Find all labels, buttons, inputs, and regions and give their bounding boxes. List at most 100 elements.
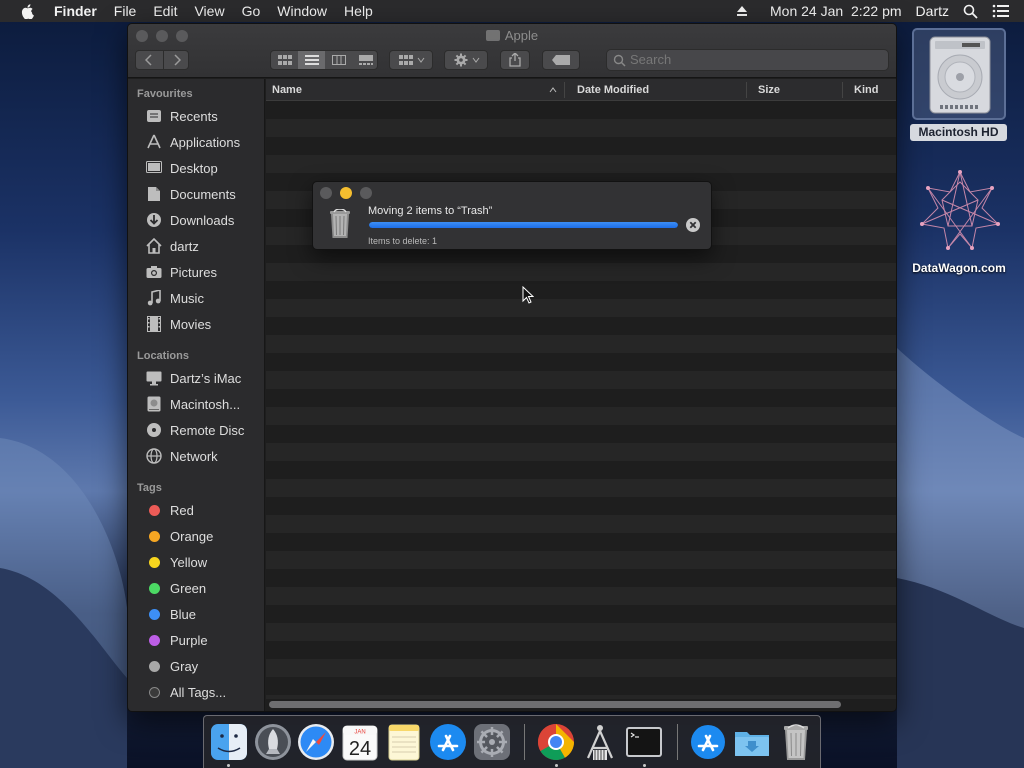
downloads-stack-dock-icon[interactable] (732, 722, 772, 762)
search-icon (613, 54, 626, 67)
finder-dock-icon[interactable] (209, 722, 249, 762)
sidebar-item-movies[interactable]: Movies (128, 313, 265, 335)
sidebar-item-recents[interactable]: Recents (128, 105, 265, 127)
app-store-dock-icon[interactable] (428, 722, 468, 762)
trash-dock-icon[interactable] (776, 722, 816, 762)
progress-close-button[interactable] (320, 187, 332, 199)
yellow-tag-dot-icon (148, 556, 160, 568)
desktop-icon (145, 159, 163, 177)
python-launcher-dock-icon[interactable] (580, 722, 620, 762)
sidebar-item-macintosh-hd[interactable]: Macintosh... (128, 393, 265, 415)
mouse-pointer-icon (522, 286, 534, 304)
sidebar-item-applications[interactable]: Applications (128, 131, 265, 153)
dock-separator-2 (677, 724, 678, 760)
calendar-month: JAN (354, 730, 365, 736)
macintosh-hd-desktop-icon[interactable] (912, 28, 1006, 120)
home-icon (145, 237, 163, 255)
tags-button[interactable] (542, 50, 580, 70)
list-view-button[interactable] (298, 51, 325, 69)
icon-view-button[interactable] (271, 51, 298, 69)
back-button[interactable] (136, 51, 162, 69)
menu-user[interactable]: Dartz (916, 3, 949, 19)
column-name[interactable]: Name (272, 84, 302, 96)
apple-logo-icon[interactable] (20, 3, 36, 19)
sidebar-item-pictures[interactable]: Pictures (128, 261, 265, 283)
notification-center-icon[interactable] (992, 4, 1010, 18)
calendar-dock-icon[interactable]: JAN 24 (340, 722, 380, 762)
group-by-button[interactable] (389, 50, 433, 70)
sidebar-item-network[interactable]: Network (128, 445, 265, 467)
applications-stack-dock-icon[interactable] (688, 722, 728, 762)
blue-tag-dot-icon (148, 608, 160, 620)
menu-go[interactable]: Go (242, 3, 261, 19)
notes-dock-icon[interactable] (384, 722, 424, 762)
progress-bar-fill (369, 222, 678, 228)
spotlight-search-icon[interactable] (963, 4, 978, 19)
hard-drive-icon (929, 36, 991, 114)
action-menu-button[interactable] (444, 50, 488, 70)
column-view-button[interactable] (325, 51, 352, 69)
grid-icon (277, 55, 292, 65)
eject-icon[interactable] (736, 5, 748, 17)
sidebar-item-music[interactable]: Music (128, 287, 265, 309)
share-icon (509, 53, 521, 67)
sidebar-item-remote-disc[interactable]: Remote Disc (128, 419, 265, 441)
menu-window[interactable]: Window (277, 3, 327, 19)
macintosh-hd-label[interactable]: Macintosh HD (910, 124, 1007, 141)
column-kind[interactable]: Kind (854, 84, 878, 96)
progress-title: Moving 2 items to “Trash” (368, 205, 493, 217)
sidebar-tag-gray[interactable]: Gray (128, 655, 265, 677)
column-date-modified[interactable]: Date Modified (577, 84, 649, 96)
menu-clock[interactable]: Mon 24 Jan 2:22 pm (770, 3, 902, 19)
sidebar-tag-purple[interactable]: Purple (128, 629, 265, 651)
menu-app-name[interactable]: Finder (54, 3, 97, 19)
launchpad-dock-icon[interactable] (253, 722, 293, 762)
nav-buttons (135, 50, 189, 70)
chrome-dock-icon[interactable] (536, 722, 576, 762)
forward-button[interactable] (163, 51, 189, 69)
sidebar-tag-blue[interactable]: Blue (128, 603, 265, 625)
sidebar-item-home[interactable]: dartz (128, 235, 265, 257)
close-x-icon (689, 221, 697, 229)
datawagon-label[interactable]: DataWagon.com (900, 261, 1018, 275)
gallery-view-button[interactable] (352, 51, 379, 69)
system-preferences-dock-icon[interactable] (472, 722, 512, 762)
group-grid-icon (399, 55, 425, 65)
search-field[interactable]: Search (606, 49, 889, 71)
safari-dock-icon[interactable] (296, 722, 336, 762)
file-list[interactable]: Name Date Modified Size Kind (266, 79, 896, 711)
music-note-icon (145, 289, 163, 307)
terminal-running-dot (643, 764, 646, 767)
terminal-dock-icon[interactable] (624, 722, 664, 762)
menu-edit[interactable]: Edit (153, 3, 177, 19)
horizontal-scrollbar[interactable] (269, 701, 841, 708)
sidebar-tag-red[interactable]: Red (128, 499, 265, 521)
menu-file[interactable]: File (114, 3, 137, 19)
column-size[interactable]: Size (758, 84, 780, 96)
menu-help[interactable]: Help (344, 3, 373, 19)
sidebar-item-imac[interactable]: Dartz’s iMac (128, 367, 265, 389)
camera-icon (145, 263, 163, 281)
hard-disk-icon (145, 395, 163, 413)
sidebar-tag-green[interactable]: Green (128, 577, 265, 599)
progress-minimize-button[interactable] (340, 187, 352, 199)
sidebar-item-documents[interactable]: Documents (128, 183, 265, 205)
copy-progress-window: Moving 2 items to “Trash” Items to delet… (312, 181, 712, 250)
sidebar-tag-orange[interactable]: Orange (128, 525, 265, 547)
menu-view[interactable]: View (194, 3, 224, 19)
sidebar-tag-yellow[interactable]: Yellow (128, 551, 265, 573)
sidebar-item-desktop[interactable]: Desktop (128, 157, 265, 179)
gear-icon (454, 53, 480, 67)
progress-zoom-button[interactable] (360, 187, 372, 199)
disc-icon (145, 421, 163, 439)
sidebar-item-downloads[interactable]: Downloads (128, 209, 265, 231)
datawagon-logo-icon[interactable] (918, 170, 1002, 250)
search-placeholder: Search (630, 52, 672, 67)
sort-ascending-icon[interactable] (549, 87, 557, 93)
stop-button[interactable] (686, 218, 700, 232)
menu-bar: Finder File Edit View Go Window Help Mon… (0, 0, 1024, 22)
clock-icon (145, 107, 163, 125)
title-bar: Apple Search (128, 24, 896, 78)
sidebar-all-tags[interactable]: All Tags... (128, 681, 265, 703)
share-button[interactable] (500, 50, 530, 70)
